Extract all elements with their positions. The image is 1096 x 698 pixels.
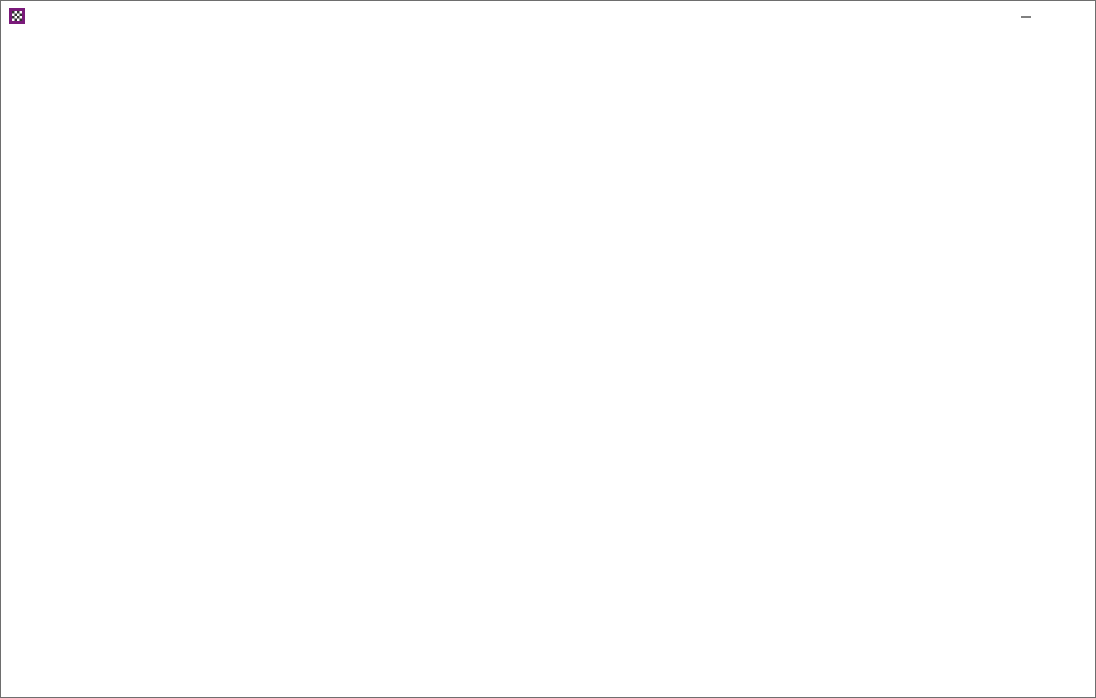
title-bar — [1, 1, 1095, 31]
app-checkerboard-icon — [9, 8, 25, 24]
app-window — [0, 0, 1096, 698]
